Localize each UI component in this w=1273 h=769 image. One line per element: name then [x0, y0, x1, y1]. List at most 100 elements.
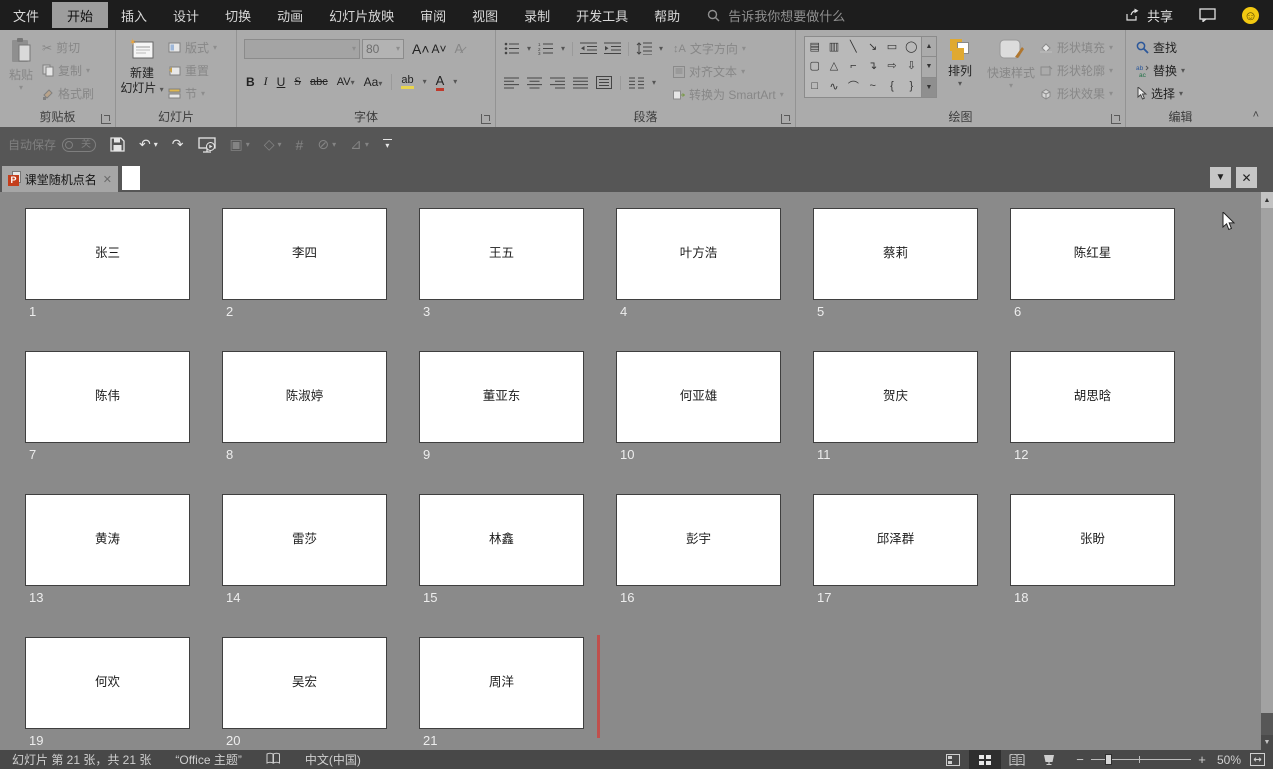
slide-thumbnail-17[interactable]: 邱泽群 17: [813, 494, 978, 605]
font-size-combobox[interactable]: 80 ▾: [362, 38, 404, 59]
normal-view-button[interactable]: [937, 750, 969, 769]
autosave-toggle[interactable]: 自动保存 关: [8, 136, 97, 153]
shapes-gallery-more[interactable]: ▼: [922, 77, 936, 97]
ribbon-tab-开始[interactable]: 开始: [52, 2, 109, 28]
language-indicator[interactable]: 中文(中国): [293, 751, 373, 768]
new-tab-button[interactable]: [122, 166, 140, 190]
character-spacing-button[interactable]: AV▾: [337, 76, 355, 88]
paste-dropdown[interactable]: ▾: [19, 83, 23, 92]
zoom-in-button[interactable]: +: [1197, 752, 1207, 767]
reset-button[interactable]: 重置: [168, 59, 217, 82]
format-painter-button[interactable]: 格式刷: [42, 82, 94, 105]
change-case-button[interactable]: Aa▾: [364, 75, 383, 89]
reading-view-button[interactable]: [1001, 750, 1033, 769]
shape-icon[interactable]: }: [902, 75, 921, 97]
tell-me-search[interactable]: 告诉我你想要做什么: [707, 0, 845, 30]
arrange-button[interactable]: 排列 ▾: [937, 30, 983, 110]
shape-icon[interactable]: ⌒: [844, 75, 863, 97]
numbering-icon[interactable]: 123: [538, 42, 554, 55]
font-color-button[interactable]: A: [435, 73, 445, 91]
shape-icon[interactable]: ↘: [863, 37, 882, 56]
redo-button[interactable]: ↷: [172, 136, 184, 153]
slide-thumbnail-19[interactable]: 何欢 19: [25, 637, 190, 748]
document-tab-close-icon[interactable]: ✕: [103, 173, 112, 186]
shape-icon[interactable]: ⇨: [882, 56, 901, 75]
align-right-icon[interactable]: [550, 77, 565, 89]
strikethrough-button[interactable]: abc: [310, 76, 328, 88]
shape-icon[interactable]: ◯: [902, 37, 921, 56]
align-center-icon[interactable]: [527, 77, 542, 89]
layout-button[interactable]: 版式 ▾: [168, 36, 217, 59]
bold-button[interactable]: B: [246, 75, 255, 89]
slide-thumbnail-3[interactable]: 王五 3: [419, 208, 584, 319]
cut-button[interactable]: ✂ 剪切: [42, 36, 94, 59]
shape-effects-button[interactable]: 形状效果 ▾: [1039, 82, 1113, 105]
tabbar-close-button[interactable]: ✕: [1236, 167, 1257, 188]
slide-thumbnail-18[interactable]: 张盼 18: [1010, 494, 1175, 605]
slide-thumbnail-16[interactable]: 彭宇 16: [616, 494, 781, 605]
scrollbar-down-arrow[interactable]: ▼: [1261, 735, 1273, 750]
convert-smartart-button[interactable]: 转换为 SmartArt ▾: [673, 83, 784, 106]
shape-icon[interactable]: ╲: [844, 37, 863, 56]
slide-thumbnail-14[interactable]: 雷莎 14: [222, 494, 387, 605]
feedback-smiley-icon[interactable]: ☺: [1242, 6, 1259, 24]
ribbon-tab-帮助[interactable]: 帮助: [641, 0, 693, 30]
shape-icon[interactable]: ∿: [824, 75, 843, 97]
tab-list-dropdown-button[interactable]: ▼: [1210, 167, 1231, 188]
ribbon-tab-视图[interactable]: 视图: [459, 0, 511, 30]
shadow-button[interactable]: S: [294, 74, 301, 89]
drawing-dialog-launcher[interactable]: [1111, 114, 1121, 124]
shape-icon[interactable]: ▤: [805, 37, 824, 56]
qat-disabled-button-2[interactable]: ◇ ▾: [264, 136, 282, 153]
ribbon-tab-设计[interactable]: 设计: [160, 0, 212, 30]
slide-thumbnail-4[interactable]: 叶方浩 4: [616, 208, 781, 319]
shape-icon[interactable]: ~: [863, 75, 882, 97]
increase-indent-icon[interactable]: [604, 42, 622, 55]
align-text-button[interactable]: 对齐文本 ▾: [673, 60, 784, 83]
shape-fill-button[interactable]: 形状填充 ▾: [1039, 36, 1113, 59]
scrollbar-up-arrow[interactable]: ▲: [1261, 192, 1273, 208]
section-button[interactable]: 节 ▾: [168, 82, 217, 105]
shape-icon[interactable]: △: [824, 56, 843, 75]
font-name-combobox[interactable]: ▾: [244, 38, 360, 59]
ribbon-tab-审阅[interactable]: 审阅: [407, 0, 459, 30]
decrease-indent-icon[interactable]: [580, 42, 598, 55]
shape-icon[interactable]: ▭: [882, 37, 901, 56]
zoom-level[interactable]: 50%: [1207, 753, 1247, 767]
font-dialog-launcher[interactable]: [481, 114, 491, 124]
font-color-dropdown[interactable]: ▾: [453, 77, 457, 86]
select-button[interactable]: 选择 ▾: [1136, 82, 1235, 105]
slide-thumbnail-1[interactable]: 张三 1: [25, 208, 190, 319]
ribbon-tab-插入[interactable]: 插入: [108, 0, 160, 30]
slide-thumbnail-15[interactable]: 林鑫 15: [419, 494, 584, 605]
slide-thumbnail-11[interactable]: 贺庆 11: [813, 351, 978, 462]
clipboard-dialog-launcher[interactable]: [101, 114, 111, 124]
shape-icon[interactable]: ▢: [805, 56, 824, 75]
zoom-slider[interactable]: [1091, 750, 1191, 769]
qat-disabled-button-1[interactable]: ▣ ▾: [230, 136, 250, 153]
zoom-out-button[interactable]: −: [1075, 752, 1085, 767]
shapes-scroll-down[interactable]: ▼: [922, 57, 936, 78]
shape-icon[interactable]: ▥: [824, 37, 843, 56]
autosave-switch[interactable]: 关: [62, 137, 97, 152]
slide-thumbnail-5[interactable]: 蔡莉 5: [813, 208, 978, 319]
slide-thumbnail-2[interactable]: 李四 2: [222, 208, 387, 319]
line-spacing-icon[interactable]: [636, 42, 653, 55]
qat-disabled-button-5[interactable]: ⊿ ▾: [350, 136, 369, 153]
collapse-ribbon-chevron[interactable]: ˄: [1253, 109, 1259, 121]
save-button[interactable]: [110, 137, 125, 152]
slide-thumbnail-6[interactable]: 陈红星 6: [1010, 208, 1175, 319]
new-slide-button[interactable]: ✶ 新建 幻灯片 ▾: [116, 30, 168, 110]
shape-icon[interactable]: ↴: [863, 56, 882, 75]
text-highlight-button[interactable]: ab: [401, 74, 414, 89]
comments-icon[interactable]: [1199, 8, 1216, 22]
paragraph-dialog-launcher[interactable]: [781, 114, 791, 124]
zoom-slider-handle[interactable]: [1105, 754, 1112, 765]
slide-thumbnail-10[interactable]: 何亚雄 10: [616, 351, 781, 462]
shape-icon[interactable]: □: [805, 75, 824, 97]
shape-outline-button[interactable]: 形状轮廓 ▾: [1039, 59, 1113, 82]
text-highlight-dropdown[interactable]: ▾: [423, 77, 427, 86]
underline-button[interactable]: U: [277, 75, 286, 89]
decrease-font-size-button[interactable]: A˅: [432, 42, 447, 56]
find-button[interactable]: 查找: [1136, 36, 1235, 59]
